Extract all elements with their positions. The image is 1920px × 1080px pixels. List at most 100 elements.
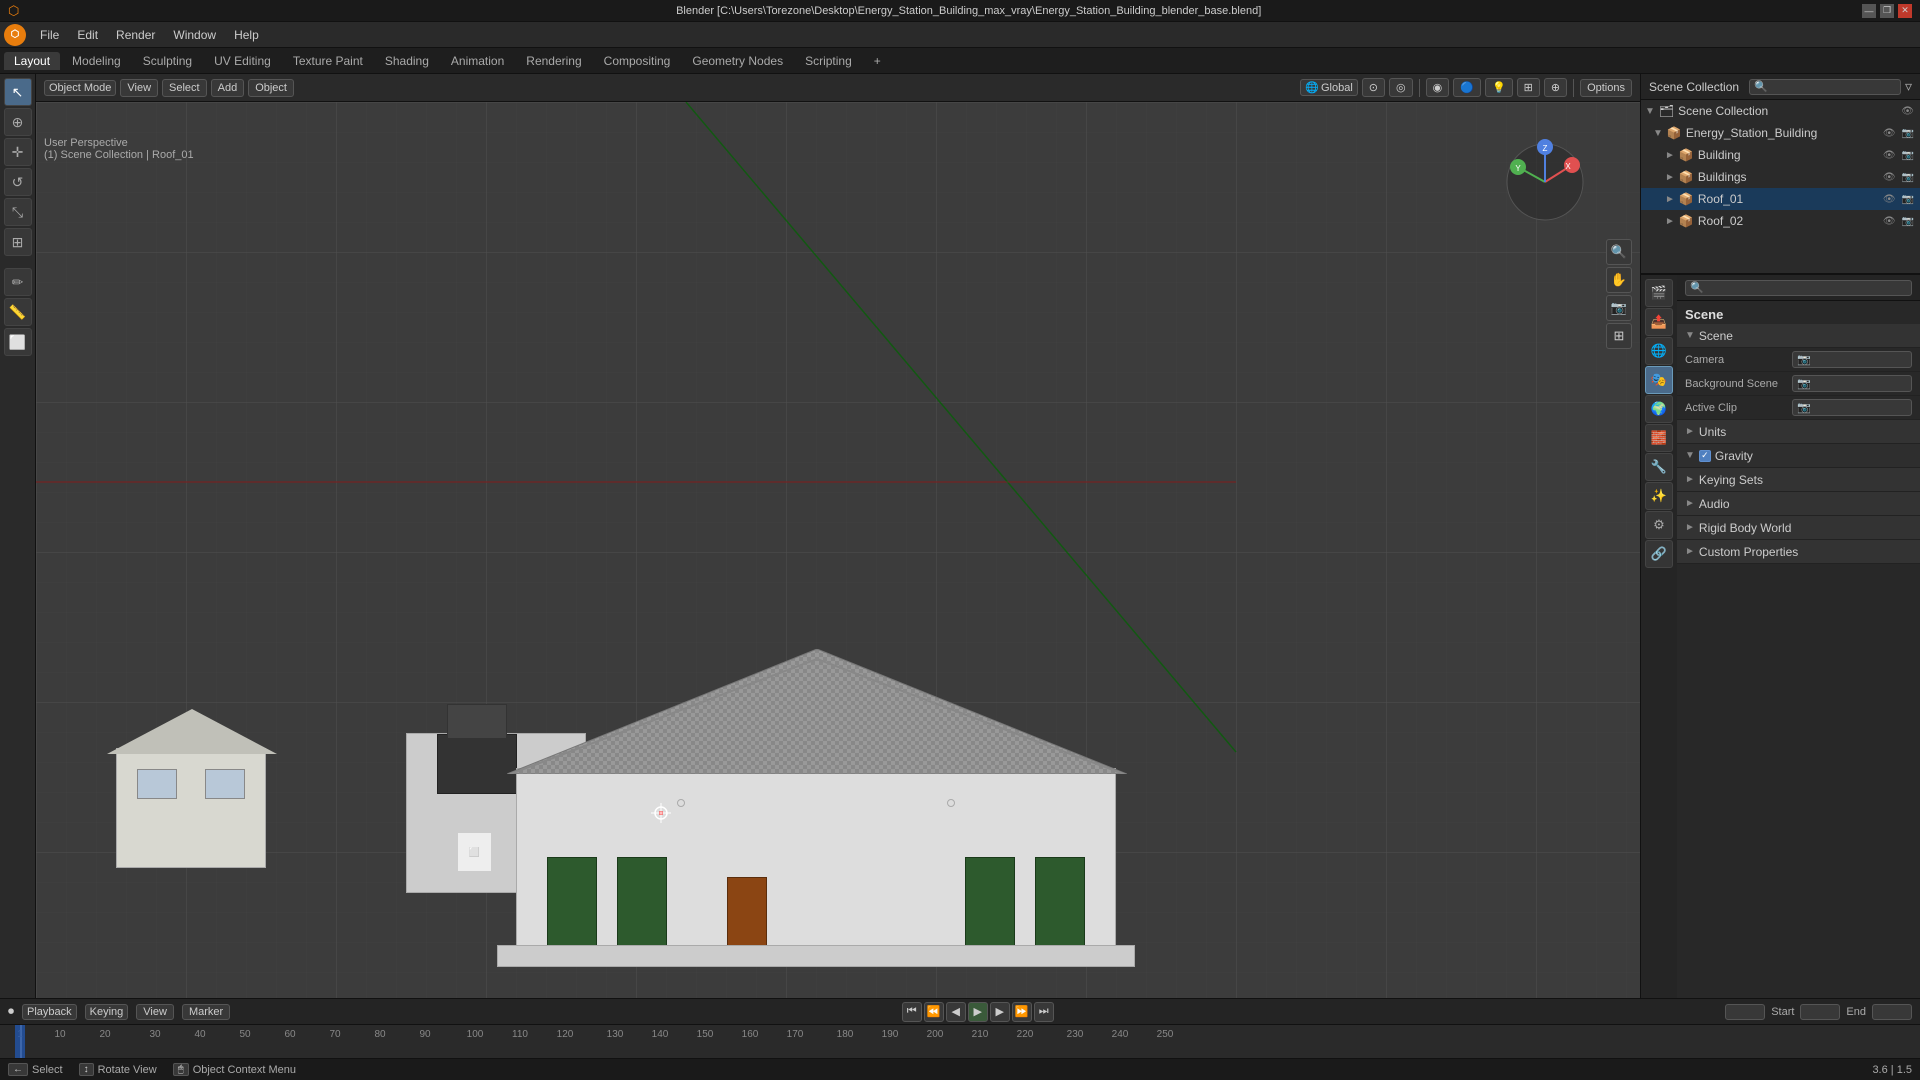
navigation-gizmo[interactable]: X Y Z <box>1500 137 1590 227</box>
prop-tab-view-layer[interactable]: 🌐 <box>1645 337 1673 365</box>
vis-energy[interactable]: 👁 <box>1881 128 1898 139</box>
current-frame-input[interactable]: 1 <box>1725 1004 1765 1020</box>
prev-keyframe-btn[interactable]: ⏪ <box>924 1002 944 1022</box>
vis-roof02[interactable]: 👁 <box>1881 216 1898 227</box>
tool-transform[interactable]: ⊞ <box>4 228 32 256</box>
properties-search[interactable] <box>1685 280 1912 296</box>
tool-select[interactable]: ↖ <box>4 78 32 106</box>
marker-btn[interactable]: Marker <box>182 1004 230 1020</box>
transform-selector[interactable]: 🌐 Global <box>1300 79 1358 96</box>
viewport-shading-solid[interactable]: ◉ <box>1426 78 1450 97</box>
tab-animation[interactable]: Animation <box>441 52 514 70</box>
menu-render[interactable]: Render <box>108 26 163 44</box>
gravity-checkbox[interactable]: ✓ <box>1699 450 1711 462</box>
render-roof02[interactable]: 📷 <box>1900 216 1916 227</box>
tab-sculpting[interactable]: Sculpting <box>133 52 202 70</box>
render-buildings[interactable]: 📷 <box>1900 172 1916 183</box>
tab-geometry-nodes[interactable]: Geometry Nodes <box>682 52 793 70</box>
background-scene-value[interactable]: 📷 <box>1792 375 1912 392</box>
camera-view-btn[interactable]: 📷 <box>1606 295 1632 321</box>
prop-tab-output[interactable]: 📤 <box>1645 308 1673 336</box>
outliner-item-roof02[interactable]: ► 📦 Roof_02 👁 📷 <box>1641 210 1920 232</box>
render-building[interactable]: 📷 <box>1900 150 1916 161</box>
active-clip-value[interactable]: 📷 <box>1792 399 1912 416</box>
visibility-btn[interactable]: 👁 <box>1899 106 1916 117</box>
minimize-button[interactable]: — <box>1862 4 1876 18</box>
snap-btn[interactable]: ⊙ <box>1362 78 1385 97</box>
tool-move[interactable]: ✛ <box>4 138 32 166</box>
tool-scale[interactable]: ⤡ <box>4 198 32 226</box>
menu-edit[interactable]: Edit <box>69 26 106 44</box>
play-btn[interactable]: ▶ <box>968 1002 988 1022</box>
vis-buildings[interactable]: 👁 <box>1881 172 1898 183</box>
playback-select[interactable]: Playback <box>22 1004 77 1020</box>
restore-button[interactable]: ❐ <box>1880 4 1894 18</box>
rigid-body-world-header[interactable]: ► Rigid Body World <box>1677 516 1920 540</box>
object-menu[interactable]: Object <box>248 79 294 97</box>
keying-select[interactable]: Keying <box>85 1004 129 1020</box>
tab-uv-editing[interactable]: UV Editing <box>204 52 281 70</box>
add-menu[interactable]: Add <box>211 79 245 97</box>
view-btn[interactable]: View <box>136 1004 174 1020</box>
options-btn[interactable]: Options <box>1580 79 1632 97</box>
pan-btn[interactable]: ✋ <box>1606 267 1632 293</box>
tool-annotate[interactable]: ✏ <box>4 268 32 296</box>
tab-modeling[interactable]: Modeling <box>62 52 131 70</box>
tab-texture-paint[interactable]: Texture Paint <box>283 52 373 70</box>
tool-rotate[interactable]: ↺ <box>4 168 32 196</box>
menu-help[interactable]: Help <box>226 26 267 44</box>
blender-logo-icon[interactable]: ⬡ <box>4 24 26 46</box>
tab-rendering[interactable]: Rendering <box>516 52 591 70</box>
scene-section-header[interactable]: ▼ Scene <box>1677 324 1920 348</box>
custom-props-header[interactable]: ► Custom Properties <box>1677 540 1920 564</box>
render-roof01[interactable]: 📷 <box>1900 194 1916 205</box>
outliner-item-energy-station[interactable]: ▼ 📦 Energy_Station_Building 👁 📷 <box>1641 122 1920 144</box>
audio-section-header[interactable]: ► Audio <box>1677 492 1920 516</box>
zoom-in-btn[interactable]: 🔍 <box>1606 239 1632 265</box>
tool-cursor[interactable]: ⊕ <box>4 108 32 136</box>
prop-tab-render[interactable]: 🎬 <box>1645 279 1673 307</box>
outliner-item-building[interactable]: ► 📦 Building 👁 📷 <box>1641 144 1920 166</box>
next-keyframe-btn[interactable]: ⏩ <box>1012 1002 1032 1022</box>
start-frame-input[interactable]: 1 <box>1800 1004 1840 1020</box>
mode-selector[interactable]: Object Mode <box>44 80 116 96</box>
viewport-shading-render[interactable]: 💡 <box>1485 78 1513 97</box>
close-button[interactable]: ✕ <box>1898 4 1912 18</box>
tab-shading[interactable]: Shading <box>375 52 439 70</box>
select-menu[interactable]: Select <box>162 79 207 97</box>
viewport-overlays[interactable]: ⊞ <box>1517 78 1540 97</box>
outliner-item-roof01[interactable]: ► 📦 Roof_01 👁 📷 <box>1641 188 1920 210</box>
tab-compositing[interactable]: Compositing <box>594 52 681 70</box>
prop-tab-scene[interactable]: 🎭 <box>1645 366 1673 394</box>
outliner-filter-icon[interactable]: ▿ <box>1905 78 1912 95</box>
collection-view-btn[interactable]: ⊞ <box>1606 323 1632 349</box>
viewport-gizmo[interactable]: ⊕ <box>1544 78 1567 97</box>
units-section-header[interactable]: ► Units <box>1677 420 1920 444</box>
prop-tab-modifier[interactable]: 🔧 <box>1645 453 1673 481</box>
prev-frame-btn[interactable]: ◀ <box>946 1002 966 1022</box>
render-energy[interactable]: 📷 <box>1900 128 1916 139</box>
tool-measure[interactable]: 📏 <box>4 298 32 326</box>
vis-roof01[interactable]: 👁 <box>1881 194 1898 205</box>
tab-add[interactable]: + <box>864 52 891 70</box>
keying-sets-header[interactable]: ► Keying Sets <box>1677 468 1920 492</box>
outliner-item-buildings[interactable]: ► 📦 Buildings 👁 📷 <box>1641 166 1920 188</box>
timeline-ruler[interactable]: 1 10 20 30 40 50 60 70 80 90 100 110 120… <box>0 1025 1920 1058</box>
proportional-btn[interactable]: ◎ <box>1389 78 1413 97</box>
tab-scripting[interactable]: Scripting <box>795 52 862 70</box>
tool-add-cube[interactable]: ⬜ <box>4 328 32 356</box>
prop-tab-object[interactable]: 🧱 <box>1645 424 1673 452</box>
viewport-shading-material[interactable]: 🔵 <box>1453 78 1481 97</box>
tab-layout[interactable]: Layout <box>4 52 60 70</box>
jump-end-btn[interactable]: ⏭ <box>1034 1002 1054 1022</box>
next-frame-btn[interactable]: ▶ <box>990 1002 1010 1022</box>
jump-start-btn[interactable]: ⏮ <box>902 1002 922 1022</box>
menu-window[interactable]: Window <box>165 26 224 44</box>
viewport[interactable]: Object Mode View Select Add Object 🌐 Glo… <box>36 74 1640 1048</box>
outliner-item-scene-collection[interactable]: ▼ 🗂 Scene Collection 👁 <box>1641 100 1920 122</box>
gravity-section-header[interactable]: ▼ ✓ Gravity <box>1677 444 1920 468</box>
vis-building[interactable]: 👁 <box>1881 150 1898 161</box>
prop-tab-particles[interactable]: ✨ <box>1645 482 1673 510</box>
prop-tab-world[interactable]: 🌍 <box>1645 395 1673 423</box>
outliner-search[interactable] <box>1749 79 1901 95</box>
